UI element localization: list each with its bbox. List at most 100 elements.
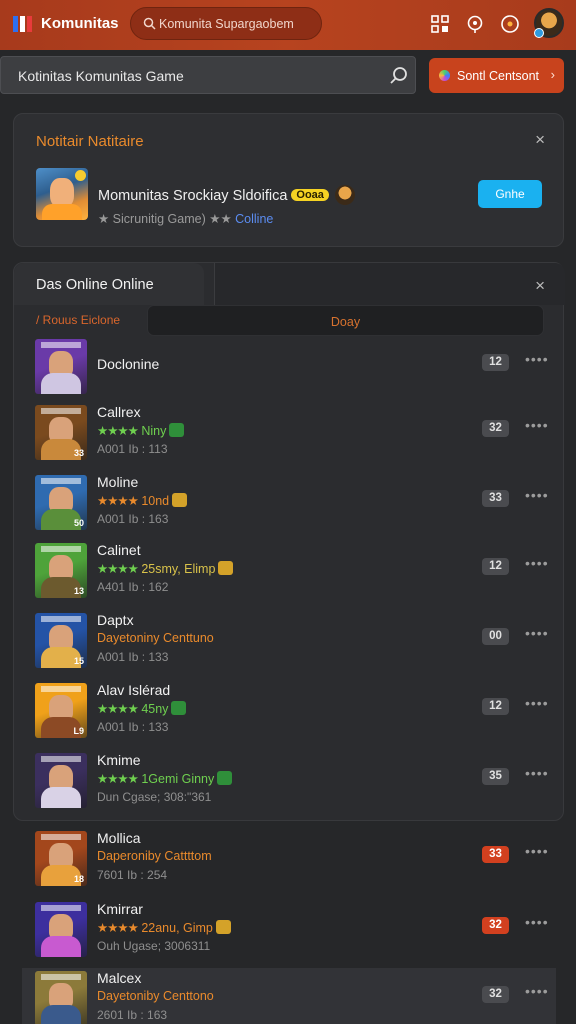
notification-game-name[interactable]: Momunitas Srockiay Sldoifica Ooaa (98, 185, 355, 205)
friend-meta: 7601 Ib : 254 (97, 868, 168, 882)
friend-row[interactable]: Kmirrar ★★★★ 22anu, Gimp Ouh Ugase; 300631… (22, 899, 556, 961)
content-button[interactable]: Sontl Centsont › (429, 58, 564, 93)
friend-meta: Ouh Ugase; 3006311 (97, 939, 211, 953)
friend-name[interactable]: Callrex (97, 404, 141, 420)
player-avatar-icon (334, 185, 355, 205)
friend-row[interactable]: Malcex Dayetoniby Centtono 2601 Ib : 163 32… (22, 968, 556, 1024)
grid-icon[interactable] (430, 14, 450, 34)
friend-name[interactable]: Doclonine (97, 356, 159, 372)
friend-meta: A001 Ib : 163 (97, 512, 169, 526)
friend-count-badge: 35 (482, 768, 509, 785)
rating-stars: ★★★★ (97, 562, 139, 576)
close-icon[interactable]: × (535, 130, 545, 150)
friend-name[interactable]: Mollica (97, 830, 141, 846)
more-options-icon[interactable]: •••• (525, 625, 549, 641)
close-icon[interactable]: × (535, 276, 545, 296)
friend-row[interactable]: 13 Calinet ★★★★ 25smy, Elimp A401 Ib : 162… (22, 540, 556, 602)
friend-meta: A001 Ib : 113 (97, 442, 168, 456)
game-badge-icon (172, 493, 188, 507)
friend-status: ★★★★ 10nd (97, 493, 188, 508)
friend-meta: A401 Ib : 162 (97, 580, 169, 594)
rating-stars: ★★★★ (97, 494, 139, 508)
friend-name[interactable]: Moline (97, 474, 138, 490)
friend-name[interactable]: Calinet (97, 542, 141, 558)
friend-name[interactable]: Malcex (97, 970, 141, 986)
more-options-icon[interactable]: •••• (525, 843, 549, 859)
notification-title: Notitair Natitaire (36, 133, 144, 150)
more-options-icon[interactable]: •••• (525, 983, 549, 999)
friend-count-badge: 00 (482, 628, 509, 645)
friend-row[interactable]: L9 Alav Islérad ★★★★ 45ny A001 Ib : 133 12 •… (22, 680, 556, 742)
rating-stars: ★★★★ (97, 921, 139, 935)
friend-name[interactable]: Daptx (97, 612, 134, 628)
top-search-input[interactable]: Komunita Supargaobem (130, 7, 322, 40)
friend-game-thumbnail[interactable]: 50 (35, 475, 87, 530)
filter-label[interactable]: / Rouus Eiclone (36, 313, 120, 327)
friend-count-badge: 12 (482, 698, 509, 715)
game-badge-icon (215, 920, 231, 934)
more-options-icon[interactable]: •••• (525, 351, 549, 367)
game-tag: Ooaa (291, 189, 329, 201)
friend-row[interactable]: Kmime ★★★★ 1Gemi Ginny Dun Cgase; 308:"361… (22, 750, 556, 812)
badge-icon (75, 170, 86, 181)
friend-game-thumbnail[interactable]: 15 (35, 613, 87, 668)
top-bar: Komunitas Komunita Supargaobem (0, 0, 576, 50)
more-options-icon[interactable]: •••• (525, 765, 549, 781)
friend-row[interactable]: 50 Moline ★★★★ 10nd A001 Ib : 163 33 •••• (22, 472, 556, 534)
game-thumbnail[interactable] (36, 168, 88, 220)
friend-game-thumbnail[interactable]: 18 (35, 831, 87, 886)
search-icon (143, 17, 156, 30)
more-options-icon[interactable]: •••• (525, 417, 549, 433)
chevron-right-icon: › (550, 67, 555, 82)
notification-game-subtitle: ★ Sicrunitig Game) ★★ Colline (98, 212, 274, 226)
friend-status: ★★★★ 1Gemi Ginny (97, 771, 233, 786)
logo-icon[interactable] (12, 13, 34, 35)
online-status-icon (534, 28, 544, 38)
friend-row[interactable]: 18 Mollica Daperoniby Cattttom 7601 Ib : 2… (22, 828, 556, 890)
tab-online-label: Das Online Online (36, 277, 154, 293)
game-online-link[interactable]: Colline (235, 212, 273, 226)
friend-count-badge: 33 (482, 846, 509, 863)
friend-status: ★★★★ 45ny (97, 701, 187, 716)
friend-row[interactable]: 33 Callrex ★★★★ Niny A001 Ib : 113 32 •••• (22, 402, 556, 464)
content-button-label: Sontl Centsont (457, 69, 539, 83)
friend-game-thumbnail[interactable] (35, 971, 87, 1024)
friend-count-badge: 32 (482, 420, 509, 437)
more-options-icon[interactable]: •••• (525, 695, 549, 711)
support-icon[interactable] (465, 14, 485, 34)
tab-online[interactable]: Das Online Online (14, 263, 204, 305)
friend-game-thumbnail[interactable] (35, 339, 87, 394)
day-filter[interactable]: Doay (147, 305, 544, 336)
game-badge-icon (217, 771, 233, 785)
friend-meta: Dun Cgase; 308:"361 (97, 790, 212, 804)
friend-game-thumbnail[interactable]: 13 (35, 543, 87, 598)
friend-name[interactable]: Kmime (97, 752, 141, 768)
rating-stars: ★★★★ (97, 702, 139, 716)
friend-game-thumbnail[interactable]: 33 (35, 405, 87, 460)
more-options-icon[interactable]: •••• (525, 487, 549, 503)
friend-game-thumbnail[interactable] (35, 753, 87, 808)
more-options-icon[interactable]: •••• (525, 555, 549, 571)
more-options-icon[interactable]: •••• (525, 914, 549, 930)
game-badge-icon (171, 701, 187, 715)
friend-count-badge: 32 (482, 917, 509, 934)
friend-game-thumbnail[interactable]: L9 (35, 683, 87, 738)
notifications-icon[interactable] (500, 14, 520, 34)
game-action-button[interactable]: Gnhe (478, 180, 542, 208)
friend-row[interactable]: 15 Daptx Dayetoniny Centtuno A001 Ib : 133… (22, 610, 556, 672)
friend-status: ★★★★ Niny (97, 423, 185, 438)
rating-stars: ★★★★ (97, 772, 139, 786)
friend-game-thumbnail[interactable] (35, 902, 87, 957)
friend-name[interactable]: Alav Islérad (97, 682, 170, 698)
friend-status: Dayetoniby Centtono (97, 989, 214, 1003)
friend-meta: A001 Ib : 133 (97, 650, 169, 664)
app-brand[interactable]: Komunitas (41, 15, 119, 32)
rating-stars: ★★★★ (97, 424, 139, 438)
game-search-bar[interactable]: Kotinitas Komunitas Game (0, 56, 416, 94)
friend-count-badge: 32 (482, 986, 509, 1003)
friend-name[interactable]: Kmirrar (97, 901, 143, 917)
friend-row[interactable]: Doclonine 12 •••• (22, 336, 556, 398)
friend-count-badge: 33 (482, 490, 509, 507)
user-avatar[interactable] (534, 8, 564, 38)
search-icon[interactable] (389, 66, 409, 86)
